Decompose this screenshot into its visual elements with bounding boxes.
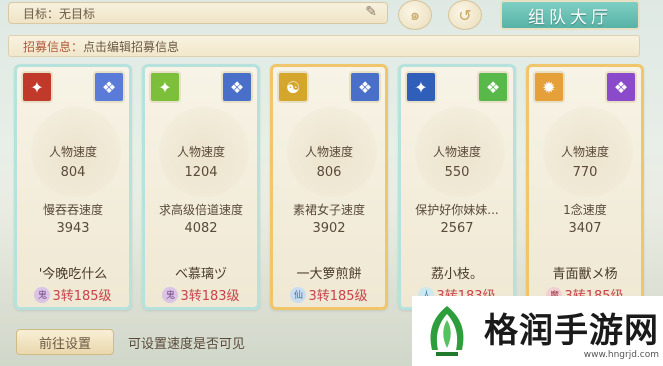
- dragon-icon: ๑: [409, 4, 421, 24]
- skill-icon-right: ❖: [477, 71, 509, 103]
- target-label: 目标：无目标: [23, 6, 96, 21]
- member-card[interactable]: ✦ ❖ 人物速度 804 慢吞吞速度 3943 '今晚吃什么 鬼 3转185级: [14, 64, 132, 310]
- refresh-button[interactable]: ↺: [448, 0, 482, 30]
- skill-icon-right: ❖: [605, 71, 637, 103]
- skill-icon-left: ✦: [405, 71, 437, 103]
- recruit-info-bar[interactable]: 招募信息： 点击编辑招募信息: [8, 35, 640, 57]
- player-level: 3转185级: [52, 289, 112, 304]
- speed-value: 770: [572, 165, 598, 180]
- skill-icon-right: ❖: [349, 71, 381, 103]
- pet-speed-label: 慢吞吞速度: [42, 203, 103, 217]
- pet-speed-label: 1念速度: [563, 203, 607, 217]
- member-card[interactable]: ✹ ❖ 人物速度 770 1念速度 3407 青面獸メ杨 魔3转185级: [526, 64, 644, 310]
- skill-icon-left: ✹: [533, 71, 565, 103]
- target-bar[interactable]: 目标：无目标 ✎: [8, 2, 388, 24]
- edit-pencil-icon[interactable]: ✎: [365, 4, 377, 20]
- recruit-text: 点击编辑招募信息: [83, 39, 180, 54]
- speed-label: 人物速度: [304, 145, 353, 159]
- pet-speed-label: 求高级倍道速度: [158, 203, 243, 217]
- player-level: 3转185级: [308, 289, 368, 304]
- speed-label: 人物速度: [176, 145, 225, 159]
- team-members: ✦ ❖ 人物速度 804 慢吞吞速度 3943 '今晚吃什么 鬼 3转185级 ✦…: [14, 64, 654, 314]
- speed-value: 550: [444, 165, 470, 180]
- skill-icon-left: ☯: [277, 71, 309, 103]
- member-card[interactable]: ✦ ❖ 人物速度 1204 求高级倍道速度 4082 ベ慕璃ヅ 鬼 3转183级: [142, 64, 260, 310]
- pet-speed-value: 4082: [184, 221, 218, 236]
- school-badge: 仙: [290, 286, 307, 303]
- pet-speed-label: 保护好你妹妹...: [415, 203, 499, 217]
- speed-visibility-hint: 可设置速度是否可见: [128, 337, 246, 352]
- go-settings-button[interactable]: 前往设置: [16, 329, 114, 355]
- skill-icon-left: ✦: [21, 71, 53, 103]
- speed-label: 人物速度: [48, 145, 97, 159]
- refresh-icon: ↺: [458, 5, 472, 25]
- speed-value: 804: [60, 165, 86, 180]
- member-card[interactable]: ☯ ❖ 人物速度 806 素裙女子速度 3902 一大箩煎餅 仙 3转185级: [270, 64, 388, 310]
- speed-label: 人物速度: [432, 145, 481, 159]
- pet-speed-value: 2567: [440, 221, 474, 236]
- player-name: 荔小枝。: [430, 267, 483, 282]
- watermark-url: www.hngrjd.com: [583, 349, 659, 360]
- dragon-emblem-button[interactable]: ๑: [398, 0, 432, 30]
- watermark-logo-icon: [430, 306, 464, 356]
- player-name: '今晚吃什么: [38, 267, 108, 282]
- school-badge: 鬼: [162, 286, 179, 303]
- speed-label: 人物速度: [560, 145, 609, 159]
- skill-icon-right: ❖: [221, 71, 253, 103]
- member-card[interactable]: ✦ ❖ 人物速度 550 保护好你妹妹... 2567 荔小枝。 人3转183级: [398, 64, 516, 310]
- pet-speed-value: 3943: [56, 221, 90, 236]
- team-hall-button[interactable]: 组队大厅: [500, 0, 640, 30]
- player-name: ベ慕璃ヅ: [174, 267, 227, 282]
- pet-speed-value: 3407: [568, 221, 602, 236]
- recruit-label: 招募信息：: [23, 39, 84, 54]
- skill-icon-left: ✦: [149, 71, 181, 103]
- site-watermark: 格润手游网 www.hngrjd.com: [412, 296, 663, 366]
- player-name: 一大箩煎餅: [296, 267, 362, 282]
- pet-speed-label: 素裙女子速度: [292, 203, 365, 217]
- watermark-title: 格润手游网: [484, 310, 659, 351]
- player-level: 3转183级: [180, 289, 240, 304]
- skill-icon-right: ❖: [93, 71, 125, 103]
- speed-value: 1204: [184, 165, 218, 180]
- pet-speed-value: 3902: [312, 221, 346, 236]
- school-badge: 鬼: [34, 286, 51, 303]
- player-name: 青面獸メ杨: [552, 267, 618, 282]
- speed-value: 806: [316, 165, 342, 180]
